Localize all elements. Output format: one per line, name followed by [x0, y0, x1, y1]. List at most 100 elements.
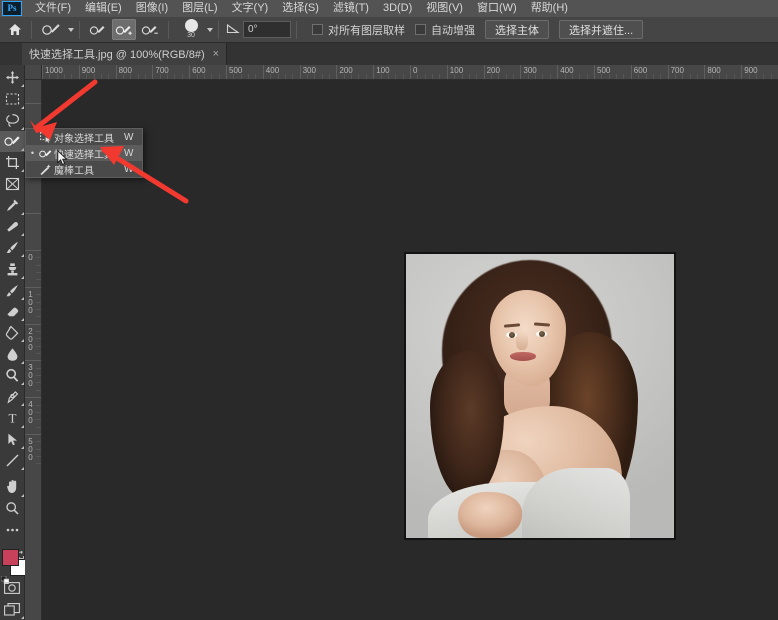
quick-selection-tool-flyout[interactable]: 对象选择工具 W • 快速选择工具 W 魔棒工具 W — [25, 128, 143, 178]
eyedropper-tool[interactable] — [0, 195, 25, 216]
menu-layer[interactable]: 图层(L) — [175, 0, 224, 17]
ruler-tick — [299, 65, 301, 79]
document-tab[interactable]: 快速选择工具.jpg @ 100%(RGB/8#) × — [22, 43, 228, 65]
home-icon[interactable] — [4, 19, 26, 41]
ruler-tick — [410, 65, 411, 79]
close-icon[interactable]: × — [213, 48, 219, 60]
tool-flyout-indicator — [20, 616, 24, 620]
tool-flyout-indicator — [20, 296, 24, 300]
path-selection-tool[interactable] — [0, 429, 25, 450]
menu-help[interactable]: 帮助(H) — [524, 0, 575, 17]
select-subject-button[interactable]: 选择主体 — [485, 20, 549, 39]
type-tool[interactable]: T — [0, 407, 25, 428]
zoom-tool[interactable] — [0, 498, 25, 519]
sample-all-layers-checkbox[interactable]: 对所有图层取样 — [312, 22, 405, 38]
menu-filter[interactable]: 滤镜(T) — [326, 0, 376, 17]
svg-text:T: T — [8, 411, 16, 426]
photo-nose — [516, 332, 528, 350]
spot-healing-brush-tool[interactable] — [0, 216, 25, 237]
canvas-area[interactable] — [42, 80, 778, 620]
ruler-tick — [226, 65, 227, 79]
ruler-corner[interactable] — [25, 65, 42, 80]
quick-mask-button[interactable] — [0, 578, 25, 599]
ruler-tick — [152, 65, 154, 79]
auto-enhance-checkbox[interactable]: 自动增强 — [415, 22, 475, 38]
eraser-tool[interactable] — [0, 301, 25, 322]
menu-type[interactable]: 文字(Y) — [225, 0, 276, 17]
lasso-tool[interactable] — [0, 110, 25, 131]
foreground-color-swatch[interactable] — [1, 549, 19, 567]
quick-selection-tool[interactable] — [0, 130, 25, 153]
brush-tool[interactable] — [0, 237, 25, 258]
history-brush-tool[interactable] — [0, 280, 25, 301]
crop-tool[interactable] — [0, 152, 25, 173]
photoshop-window: Ps 文件(F) 编辑(E) 图像(I) 图层(L) 文字(Y) 选择(S) 滤… — [0, 0, 778, 620]
options-separator-1 — [31, 20, 32, 39]
flyout-item-magic-wand[interactable]: 魔棒工具 W — [26, 161, 142, 177]
tool-flyout-indicator — [20, 233, 24, 237]
photoshop-logo-icon: Ps — [2, 1, 22, 16]
frame-tool[interactable] — [0, 173, 25, 194]
auto-enhance-label: 自动增强 — [431, 24, 475, 37]
menu-image[interactable]: 图像(I) — [129, 0, 175, 17]
magic-wand-icon — [37, 163, 54, 175]
menu-select[interactable]: 选择(S) — [275, 0, 326, 17]
new-selection-mode[interactable] — [86, 19, 110, 40]
ruler-label: 1000 — [45, 66, 63, 75]
ruler-tick — [78, 65, 80, 79]
ruler-tick — [373, 65, 375, 79]
subtract-from-selection-mode[interactable] — [138, 19, 162, 40]
brush-preset-chevron-down-icon[interactable] — [207, 27, 213, 32]
flyout-item-object-selection[interactable]: 对象选择工具 W — [26, 129, 142, 145]
select-and-mask-button[interactable]: 选择并遮住... — [559, 20, 644, 39]
flyout-item-quick-selection[interactable]: • 快速选择工具 W — [26, 145, 142, 161]
ruler-label: 400 — [26, 400, 35, 425]
blur-tool[interactable] — [0, 343, 25, 364]
tool-flyout-indicator — [20, 169, 24, 173]
line-tool[interactable] — [0, 450, 25, 471]
brush-size-preview[interactable]: 30 — [178, 19, 204, 40]
tool-flyout-indicator — [20, 148, 24, 152]
flyout-shortcut: W — [124, 163, 134, 175]
horizontal-ruler[interactable]: 1000 900 800 700 600 500 400 300 200 100 0 100 200 30… — [42, 65, 778, 80]
gradient-tool[interactable] — [0, 322, 25, 343]
photo-brow-right — [533, 322, 551, 327]
tool-preset-picker[interactable] — [37, 20, 74, 40]
menu-view[interactable]: 视图(V) — [419, 0, 470, 17]
ruler-label: 100 — [26, 289, 35, 314]
rectangular-marquee-tool[interactable] — [0, 88, 25, 109]
ruler-label: 0 — [26, 253, 35, 261]
menu-file[interactable]: 文件(F) — [28, 0, 78, 17]
pen-tool[interactable] — [0, 386, 25, 407]
ruler-tick — [25, 102, 41, 104]
tool-flyout-indicator — [20, 211, 24, 215]
tool-flyout-indicator — [20, 360, 24, 364]
angle-input[interactable]: 0° — [243, 21, 291, 38]
menu-bar: Ps 文件(F) 编辑(E) 图像(I) 图层(L) 文字(Y) 选择(S) 滤… — [0, 0, 778, 17]
color-swatches[interactable] — [0, 547, 27, 585]
ruler-tick — [25, 286, 41, 288]
clone-stamp-tool[interactable] — [0, 258, 25, 279]
edit-toolbar-button[interactable] — [0, 519, 25, 540]
menu-3d[interactable]: 3D(D) — [376, 0, 419, 17]
options-separator-5 — [296, 20, 297, 39]
document-tab-bar: 快速选择工具.jpg @ 100%(RGB/8#) × — [0, 43, 778, 65]
ruler-tick — [115, 65, 117, 79]
menu-edit[interactable]: 编辑(E) — [78, 0, 129, 17]
ruler-tick — [25, 250, 41, 251]
ruler-tick — [520, 65, 522, 79]
tool-flyout-indicator — [20, 318, 24, 322]
checkbox-box — [312, 24, 323, 35]
image-canvas[interactable] — [404, 252, 676, 540]
tool-options-bar: 30 0° 对所有图层取样 自动增强 选择主体 选择并遮住... — [0, 17, 778, 43]
hand-tool[interactable] — [0, 476, 25, 497]
screen-mode-button[interactable] — [0, 599, 25, 620]
ruler-tick — [630, 65, 632, 79]
object-selection-icon — [37, 131, 54, 143]
menu-window[interactable]: 窗口(W) — [470, 0, 524, 17]
dodge-tool[interactable] — [0, 365, 25, 386]
move-tool[interactable] — [0, 67, 25, 88]
add-to-selection-mode[interactable] — [112, 19, 136, 40]
ruler-tick — [262, 65, 264, 79]
photo-hand — [458, 492, 522, 538]
